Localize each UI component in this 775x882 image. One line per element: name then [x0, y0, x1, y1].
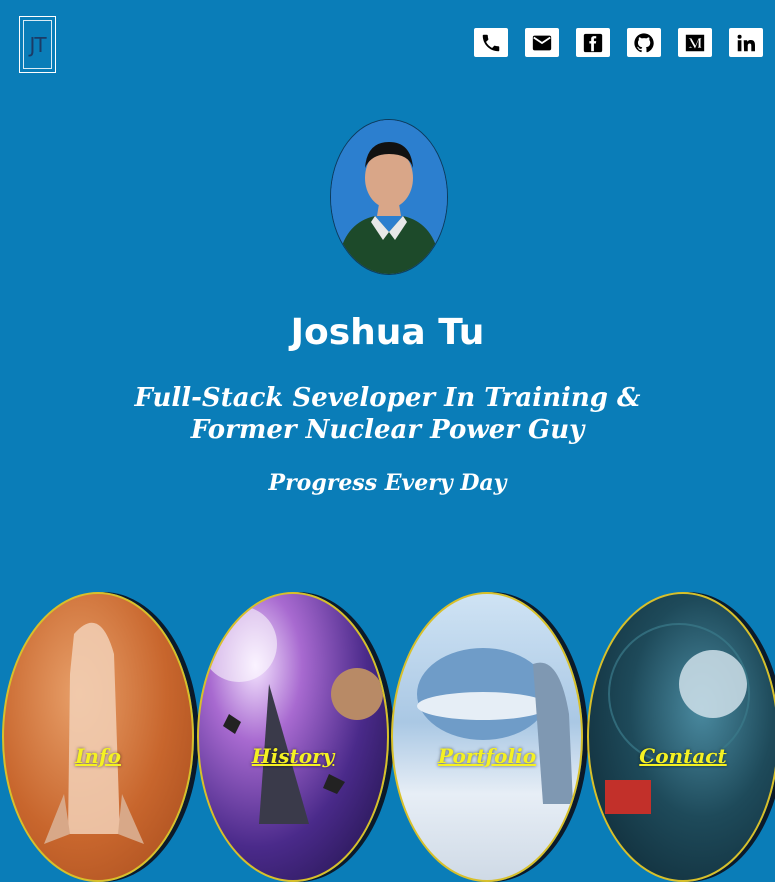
tagline-line-1: Full-Stack Seveloper In Training &: [134, 383, 641, 413]
tagline-line-2: Former Nuclear Power Guy: [190, 415, 585, 445]
phone-icon: [482, 34, 500, 51]
profile-motto: Progress Every Day: [268, 470, 507, 496]
nav-contact-button[interactable]: Contact: [587, 592, 775, 882]
github-link[interactable]: [627, 28, 661, 57]
linkedin-icon: [737, 34, 755, 51]
dome-base-image: [417, 648, 573, 804]
site-logo[interactable]: JT: [19, 16, 56, 73]
profile-tagline: Full-Stack Seveloper In Training & Forme…: [0, 382, 775, 446]
nav-portfolio-label: Portfolio: [437, 744, 537, 768]
profile-name: Joshua Tu: [290, 312, 485, 353]
nav-portfolio-button[interactable]: Portfolio: [391, 592, 583, 882]
facebook-link[interactable]: [576, 28, 610, 57]
rocket-image: [44, 622, 144, 844]
facebook-icon: [583, 33, 603, 52]
profile-photo: [330, 119, 448, 275]
nav-info-button[interactable]: Info: [2, 592, 194, 882]
phone-link[interactable]: [474, 28, 508, 57]
nav-history-button[interactable]: History: [197, 592, 389, 882]
logo-text: JT: [29, 32, 46, 57]
person-portrait-icon: [331, 120, 447, 274]
medium-icon: [685, 34, 705, 51]
nav-info-label: Info: [75, 744, 121, 768]
medium-link[interactable]: [678, 28, 712, 57]
email-icon: [532, 35, 552, 50]
email-link[interactable]: [525, 28, 559, 57]
github-icon: [634, 32, 654, 52]
space-battle-image: [201, 606, 383, 824]
social-links: [474, 28, 763, 57]
space-planet-image: [605, 623, 750, 814]
nav-contact-label: Contact: [639, 744, 727, 768]
linkedin-link[interactable]: [729, 28, 763, 57]
nav-history-label: History: [251, 744, 335, 768]
